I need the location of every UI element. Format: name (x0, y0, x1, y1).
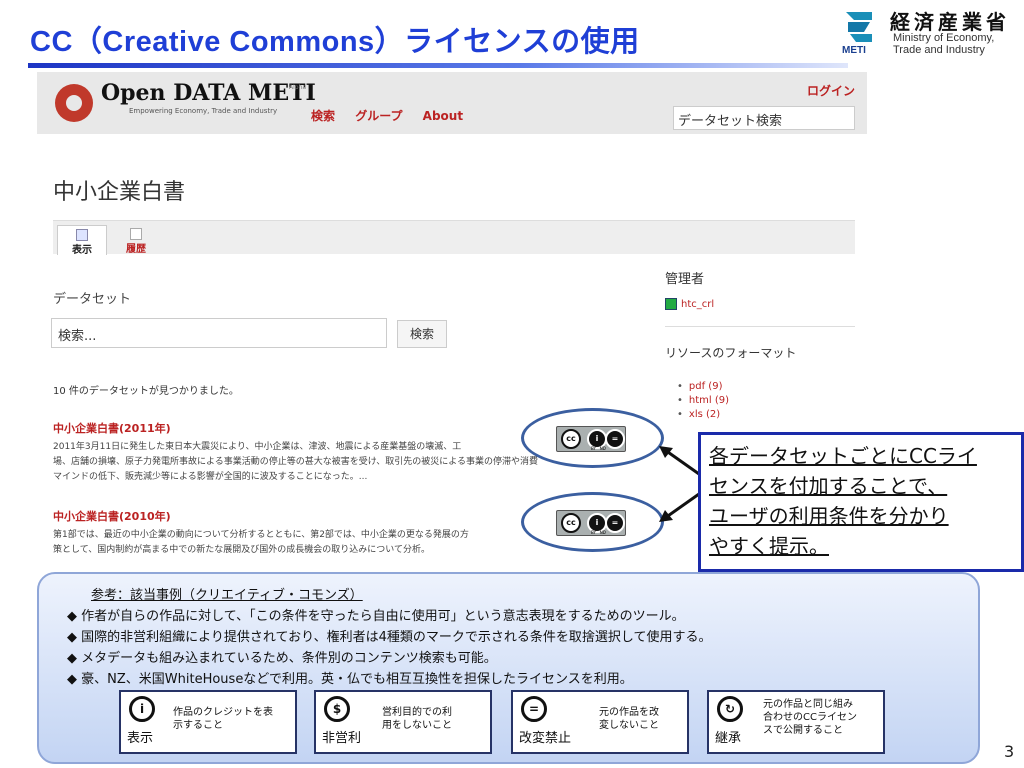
nav-groups[interactable]: グループ (355, 109, 402, 123)
meti-logo: METI 経済産業省 Ministry of Economy, Trade an… (842, 6, 1022, 56)
format-list: pdf (9) html (9) xls (2) (677, 380, 729, 422)
page-heading: 中小企業白書 (53, 180, 186, 205)
svg-text:METI: METI (842, 45, 866, 54)
reference-bullet: 国際的非営利組織により提供されており、権利者は4種類のマークで示される条件を取捨… (67, 626, 711, 645)
callout-box: 各データセットごとにCCライ センスを付加することで、 ユーザの利用条件を分かり… (698, 432, 1024, 572)
group-search-input[interactable]: 検索... (51, 318, 387, 348)
site-brand[interactable]: Open DATA METI (101, 80, 316, 106)
license-name: 継承 (715, 731, 742, 746)
dataset-desc-line: マインドの低下、販売減少等による影響が全国的に波及することになった。... (53, 472, 368, 482)
reference-title: 参考：該当事例（クリエイティブ・コモンズ） (91, 588, 363, 603)
site-header: Open DATA METI Alpha Empowering Economy,… (37, 72, 867, 134)
format-item[interactable]: xls (2) (677, 408, 729, 422)
license-name: 表示 (127, 731, 154, 746)
reference-bullet: 豪、NZ、米国WhiteHouseなどで利用。英・仏でも相互互換性を担保したライ… (67, 668, 633, 687)
meti-mark-icon: METI (842, 12, 872, 54)
slide-title: CC（Creative Commons）ライセンスの使用 (30, 26, 640, 58)
license-card-noncommercial: $ 非営利 営利目的での利 用をしないこと (314, 690, 492, 754)
title-rule (28, 63, 848, 68)
sharealike-icon: ↻ (717, 696, 743, 722)
callout-line: 各データセットごとにCCライ (709, 444, 977, 468)
document-icon (76, 229, 88, 241)
group-search-button[interactable]: 検索 (397, 320, 447, 348)
noderivatives-icon: = (521, 696, 547, 722)
meti-name-en-1: Ministry of Economy, (893, 32, 995, 44)
license-desc: 元の作品を改 変しないこと (599, 707, 659, 731)
callout-line: やすく提示。 (709, 534, 829, 558)
admin-user-link[interactable]: htc_crl (665, 298, 714, 310)
license-desc: 作品のクレジットを表 示すること (173, 707, 273, 731)
license-name: 非営利 (322, 731, 362, 746)
reference-bullet: メタデータも組み込まれているため、条件別のコンテンツ検索も可能。 (67, 647, 497, 666)
format-item[interactable]: pdf (9) (677, 380, 729, 394)
sidebar-divider (665, 326, 855, 327)
formats-heading: リソースのフォーマット (665, 346, 797, 360)
dataset-search-input[interactable]: データセット検索 (673, 106, 855, 130)
site-nav: 検索 グループ About (311, 107, 479, 124)
nav-about[interactable]: About (423, 109, 463, 123)
license-desc: 元の作品と同じ組み 合わせのCCライセン スで公開すること (763, 699, 857, 736)
datasets-label: データセット (53, 292, 132, 307)
noncommercial-icon: $ (324, 696, 350, 722)
tab-history[interactable]: 履歴 (111, 225, 161, 255)
tab-view[interactable]: 表示 (57, 225, 107, 256)
nav-search[interactable]: 検索 (311, 109, 335, 123)
license-card-noderivatives: = 改変禁止 元の作品を改 変しないこと (511, 690, 689, 754)
login-link[interactable]: ログイン (807, 82, 855, 99)
highlight-ellipse (521, 492, 664, 552)
view-tabs: 表示 履歴 (53, 220, 855, 256)
admin-username: htc_crl (681, 299, 715, 310)
highlight-ellipse (521, 408, 664, 468)
site-tagline: Empowering Economy, Trade and Industry (129, 107, 278, 115)
license-name: 改変禁止 (519, 731, 572, 746)
user-avatar-icon (665, 298, 677, 310)
site-logo-icon[interactable] (55, 84, 93, 122)
attribution-icon: i (129, 696, 155, 722)
license-desc: 営利目的での利 用をしないこと (382, 707, 452, 731)
meti-name-jp: 経済産業省 (890, 10, 1010, 34)
site-alpha-tag: Alpha (289, 84, 307, 91)
history-icon (130, 228, 142, 240)
license-card-sharealike: ↻ 継承 元の作品と同じ組み 合わせのCCライセン スで公開すること (707, 690, 885, 754)
callout-line: センスを付加することで、 (709, 474, 948, 498)
tab-view-label: 表示 (72, 245, 92, 256)
format-item[interactable]: html (9) (677, 394, 729, 408)
license-card-attribution: i 表示 作品のクレジットを表 示すること (119, 690, 297, 754)
meti-name-en-2: Trade and Industry (893, 44, 985, 56)
reference-box: 参考：該当事例（クリエイティブ・コモンズ） 作者が自らの作品に対して、「この条件… (37, 572, 980, 764)
tab-history-label: 履歴 (126, 244, 146, 255)
page-number: 3 (1004, 742, 1015, 761)
admin-heading: 管理者 (665, 272, 705, 287)
callout-line: ユーザの利用条件を分かり (709, 504, 949, 528)
reference-bullet: 作者が自らの作品に対して、「この条件を守ったら自由に使用可」という意志表現をする… (67, 605, 684, 624)
results-count: 10 件のデータセットが見つかりました。 (53, 386, 239, 397)
